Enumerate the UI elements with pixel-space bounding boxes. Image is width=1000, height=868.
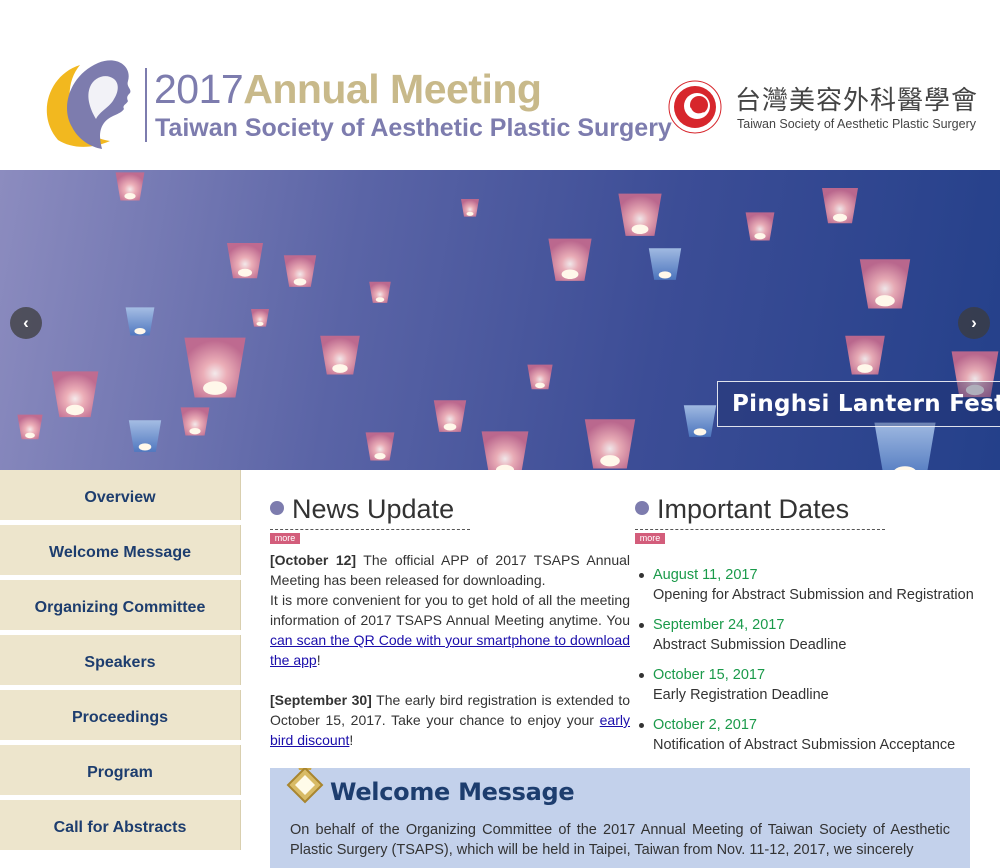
chevron-right-icon[interactable]: › [958, 307, 990, 339]
sidebar-item-overview[interactable]: Overview [0, 470, 241, 520]
news-item: [October 12] The official APP of 2017 TS… [270, 550, 630, 590]
dates-section-title: Important Dates [635, 493, 849, 525]
news-body: [October 12] The official APP of 2017 TS… [270, 550, 630, 750]
date-value: August 11, 2017 [653, 567, 758, 583]
society-seal-logo-icon[interactable] [668, 80, 722, 134]
sidebar-item-welcome-message[interactable]: Welcome Message [0, 525, 241, 575]
news-item: [September 30] The early bird registrati… [270, 690, 630, 750]
sidebar-item-organizing-committee[interactable]: Organizing Committee [0, 580, 241, 630]
news-text-tail: ! [316, 652, 321, 668]
date-description: Early Registration Deadline [653, 687, 829, 703]
date-value: October 15, 2017 [653, 667, 766, 683]
date-description: Opening for Abstract Submission and Regi… [653, 587, 974, 603]
slide-caption: Pinghsi Lantern Festival [717, 381, 1000, 427]
date-description: Abstract Submission Deadline [653, 637, 847, 653]
hero-carousel: ‹ › Pinghsi Lantern Festival [0, 170, 1000, 470]
news-more-button[interactable]: more [270, 533, 300, 544]
bullet-icon [639, 673, 644, 678]
society-name-zh: 台灣美容外科醫學會 [735, 86, 979, 116]
welcome-text: On behalf of the Organizing Committee of… [290, 822, 950, 858]
sidebar-item-program[interactable]: Program [0, 745, 241, 795]
chevron-left-icon[interactable]: ‹ [10, 307, 42, 339]
logo-divider [145, 68, 147, 142]
dates-divider [635, 529, 885, 530]
bullet-icon [639, 623, 644, 628]
sidebar-item-call-for-abstracts[interactable]: Call for Abstracts [0, 800, 241, 850]
bullet-icon [639, 723, 644, 728]
dates-title-text: Important Dates [657, 494, 850, 524]
face-profile-logo-icon[interactable] [40, 57, 135, 154]
list-item: October 15, 2017 Early Registration Deadl… [638, 665, 1000, 715]
gold-badge-icon [286, 768, 324, 804]
welcome-title: Welcome Message [330, 778, 575, 806]
sidebar-item-proceedings[interactable]: Proceedings [0, 690, 241, 740]
list-item: August 11, 2017 Opening for Abstract Subm… [638, 565, 1000, 615]
date-value: October 2, 2017 [653, 717, 757, 733]
news-text: It is more convenient for you to get hol… [270, 592, 630, 628]
meeting-name: Annual Meeting [243, 66, 542, 112]
news-title-text: News Update [292, 494, 455, 524]
list-item: October 2, 2017 Notification of Abstract … [638, 715, 1000, 765]
sidebar-item-speakers[interactable]: Speakers [0, 635, 241, 685]
news-text-tail: ! [349, 732, 354, 748]
news-date: [October 12] [270, 552, 357, 568]
news-divider [270, 529, 470, 530]
list-item: September 24, 2017 Abstract Submission De… [638, 615, 1000, 665]
date-value: September 24, 2017 [653, 617, 785, 633]
qr-code-download-link[interactable]: can scan the QR Code with your smartphon… [270, 632, 630, 668]
dates-more-button[interactable]: more [635, 533, 665, 544]
meeting-title: 2017Annual Meeting [154, 66, 542, 112]
society-name-en: Taiwan Society of Aesthetic Plastic Surg… [737, 117, 977, 131]
welcome-panel: Welcome Message On behalf of the Organiz… [270, 768, 970, 868]
news-section-title: News Update [270, 493, 454, 525]
meeting-subtitle: Taiwan Society of Aesthetic Plastic Surg… [155, 114, 672, 142]
site-header: 2017Annual Meeting Taiwan Society of Aes… [0, 0, 1000, 170]
date-description: Notification of Abstract Submission Acce… [653, 737, 956, 753]
bullet-dot-icon [635, 501, 649, 515]
important-dates-list: August 11, 2017 Opening for Abstract Subm… [638, 565, 1000, 765]
bullet-icon [639, 573, 644, 578]
news-item-detail: It is more convenient for you to get hol… [270, 590, 630, 670]
meeting-year: 2017 [154, 66, 244, 112]
news-date: [September 30] [270, 692, 372, 708]
sidebar-nav: Overview Welcome Message Organizing Comm… [0, 470, 241, 855]
bullet-dot-icon [270, 501, 284, 515]
